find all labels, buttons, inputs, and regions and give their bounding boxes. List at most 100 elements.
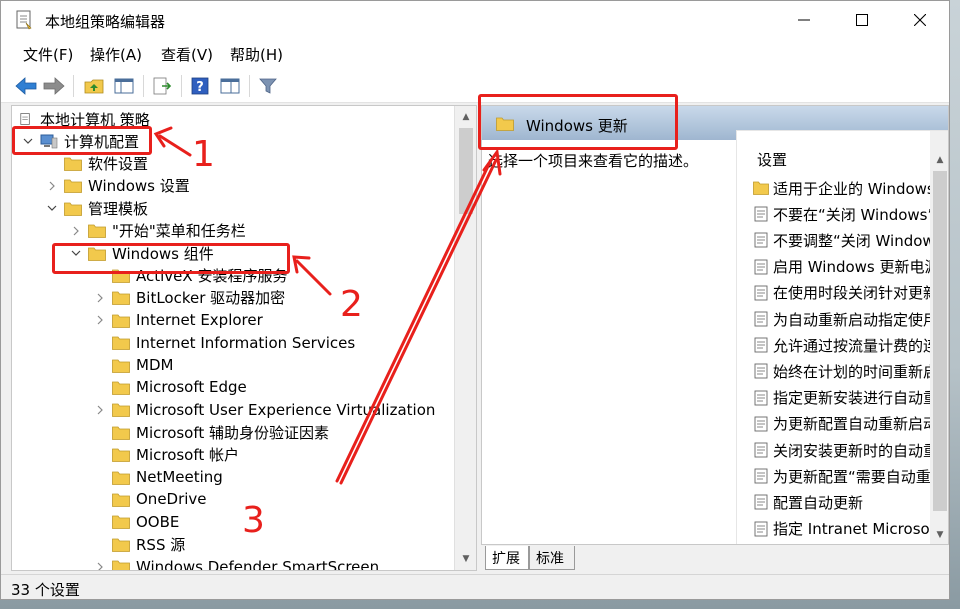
scroll-thumb[interactable] xyxy=(459,128,473,214)
tree-item-label: ActiveX 安装程序服务 xyxy=(136,266,288,285)
gpedit-window: 本地组策略编辑器 文件(F) 操作(A) 查看(V) 帮助(H) ? 本地计算机… xyxy=(0,0,950,600)
tree-item[interactable]: BitLocker 驱动器加密 xyxy=(92,287,285,309)
export-list-button[interactable] xyxy=(149,73,175,99)
menu-file[interactable]: 文件(F) xyxy=(23,44,73,65)
tree-item[interactable]: MDM xyxy=(92,354,173,376)
settings-item[interactable]: 为更新配置“需要自动重 xyxy=(753,465,931,487)
tree-item[interactable]: NetMeeting xyxy=(92,466,223,488)
details-title: Windows 更新 xyxy=(526,117,628,135)
tree-item[interactable]: Windows Defender SmartScreen xyxy=(92,556,380,571)
maximize-button[interactable] xyxy=(839,1,885,39)
window-title: 本地组策略编辑器 xyxy=(45,13,166,31)
tree-item[interactable]: Internet Information Services xyxy=(92,332,355,354)
settings-item[interactable]: 指定更新安装进行自动重 xyxy=(753,387,938,409)
settings-item[interactable]: 为更新配置自动重新启动 xyxy=(753,413,938,435)
settings-item[interactable]: 适用于企业的 Windows xyxy=(753,177,935,199)
settings-item-label: 允许通过按流量计费的连 xyxy=(773,336,939,355)
settings-item-label: 不要调整“关闭 Window xyxy=(773,231,935,250)
settings-item[interactable]: 不要调整“关闭 Window xyxy=(753,229,935,251)
tree-item[interactable]: Microsoft User Experience Virtualization xyxy=(92,399,435,421)
tree-item[interactable]: Windows 组件 xyxy=(68,242,214,264)
filter-button[interactable] xyxy=(255,73,281,99)
chevron-right-icon[interactable] xyxy=(68,223,84,239)
title-bar[interactable]: 本地组策略编辑器 xyxy=(1,1,949,39)
minimize-button[interactable] xyxy=(781,1,827,39)
settings-list[interactable]: 设置 适用于企业的 Windows 不要在“关闭 Windows” 不要调整“关闭 … xyxy=(736,130,948,544)
settings-item[interactable]: 配置自动更新 xyxy=(753,491,863,513)
policy-setting-icon xyxy=(754,259,768,275)
settings-item-label: 指定更新安装进行自动重 xyxy=(773,389,939,408)
tree-item[interactable]: Internet Explorer xyxy=(92,309,263,331)
tree-item[interactable]: RSS 源 xyxy=(92,533,185,555)
up-folder-button[interactable] xyxy=(81,73,107,99)
tree-item[interactable]: "开始"菜单和任务栏 xyxy=(68,220,246,242)
tree-item[interactable]: 软件设置 xyxy=(44,152,148,174)
settings-item[interactable]: 启用 Windows 更新电源 xyxy=(753,256,940,278)
show-hide-tree-button[interactable] xyxy=(111,73,137,99)
policy-setting-icon xyxy=(754,337,768,353)
scroll-up-arrow[interactable]: ▲ xyxy=(930,151,948,169)
tree-item[interactable]: Microsoft 辅助身份验证因素 xyxy=(92,421,329,443)
minimize-icon xyxy=(798,19,810,21)
toolbar-separator xyxy=(181,75,182,97)
menu-action[interactable]: 操作(A) xyxy=(90,44,142,65)
settings-item[interactable]: 不要在“关闭 Windows” xyxy=(753,203,935,225)
tree-item[interactable]: Microsoft Edge xyxy=(92,376,247,398)
details-pane: Windows 更新 选择一个项目来查看它的描述。 设置 适用于企业的 Wind… xyxy=(481,105,949,545)
settings-item[interactable]: 允许通过按流量计费的连 xyxy=(753,334,938,356)
settings-item[interactable]: 关闭安装更新时的自动重 xyxy=(753,439,938,461)
tab-extended[interactable]: 扩展 xyxy=(485,546,529,570)
back-button[interactable] xyxy=(13,73,39,99)
menu-view[interactable]: 查看(V) xyxy=(161,44,213,65)
chevron-right-icon[interactable] xyxy=(92,290,108,306)
tree-item[interactable]: Microsoft 帐户 xyxy=(92,444,239,466)
help-button[interactable]: ? xyxy=(187,73,213,99)
chevron-right-icon[interactable] xyxy=(92,402,108,418)
settings-item[interactable]: 在使用时段关闭针对更新 xyxy=(753,282,938,304)
scroll-up-arrow[interactable]: ▲ xyxy=(455,108,476,126)
folder-icon xyxy=(112,381,130,395)
menu-help[interactable]: 帮助(H) xyxy=(230,44,283,65)
tree-item-label: Windows Defender SmartScreen xyxy=(136,557,380,571)
tree-item-label: RSS 源 xyxy=(136,535,186,554)
folder-icon xyxy=(112,336,130,350)
scroll-down-arrow[interactable]: ▼ xyxy=(455,550,476,568)
tree-item[interactable]: Windows 设置 xyxy=(44,175,190,197)
tree-item[interactable]: 计算机配置 xyxy=(20,130,139,152)
tree-vertical-scrollbar[interactable]: ▲ ▼ xyxy=(454,106,476,570)
tree-item[interactable]: 管理模板 xyxy=(44,197,148,219)
settings-column-header[interactable]: 设置 xyxy=(757,149,787,170)
folder-icon xyxy=(753,181,769,195)
settings-vertical-scrollbar[interactable]: ▲ ▼ xyxy=(930,131,948,544)
chevron-down-icon[interactable] xyxy=(20,133,36,149)
chevron-down-icon[interactable] xyxy=(68,245,84,261)
properties-button[interactable] xyxy=(217,73,243,99)
close-button[interactable] xyxy=(897,1,943,39)
settings-item[interactable]: 为自动重新启动指定使用 xyxy=(753,308,938,330)
toolbar: ? xyxy=(1,69,949,103)
scroll-down-arrow[interactable]: ▼ xyxy=(930,526,948,544)
chevron-right-icon[interactable] xyxy=(44,178,60,194)
tree-item-label: 管理模板 xyxy=(88,199,149,218)
tree-item[interactable]: OOBE xyxy=(92,511,179,533)
scroll-thumb[interactable] xyxy=(933,171,947,511)
folder-icon xyxy=(112,426,130,440)
properties-icon xyxy=(220,78,240,94)
chevron-down-icon[interactable] xyxy=(44,200,60,216)
settings-item[interactable]: 指定 Intranet Microsoft xyxy=(753,518,941,540)
tree-root[interactable]: 本地计算机 策略 xyxy=(20,108,150,130)
settings-item-label: 始终在计划的时间重新启 xyxy=(773,362,939,381)
tab-standard[interactable]: 标准 xyxy=(529,546,575,570)
chevron-right-icon[interactable] xyxy=(92,559,108,570)
forward-button[interactable] xyxy=(41,73,67,99)
policy-setting-icon xyxy=(754,363,768,379)
chevron-right-icon[interactable] xyxy=(92,312,108,328)
tree-item[interactable]: ActiveX 安装程序服务 xyxy=(92,264,287,286)
settings-item[interactable]: 始终在计划的时间重新启 xyxy=(753,360,938,382)
tree-item[interactable]: OneDrive xyxy=(92,488,207,510)
